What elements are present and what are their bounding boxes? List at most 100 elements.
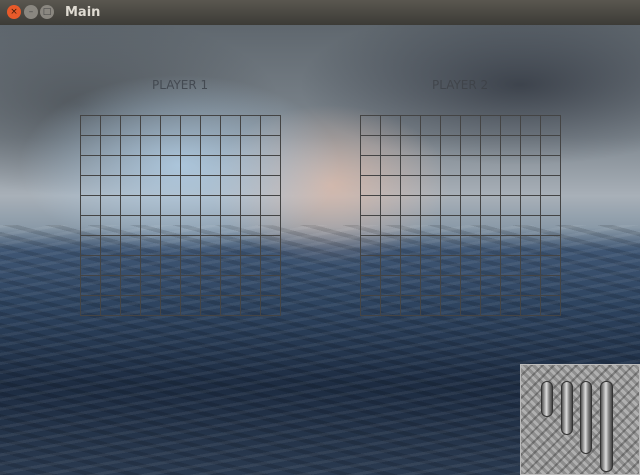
board-cell[interactable] bbox=[381, 296, 401, 316]
board-cell[interactable] bbox=[221, 216, 241, 236]
board-cell[interactable] bbox=[441, 116, 461, 136]
board-cell[interactable] bbox=[221, 116, 241, 136]
board-cell[interactable] bbox=[361, 236, 381, 256]
board-cell[interactable] bbox=[461, 276, 481, 296]
board-cell[interactable] bbox=[261, 296, 281, 316]
board-cell[interactable] bbox=[81, 116, 101, 136]
board-cell[interactable] bbox=[201, 256, 221, 276]
board-cell[interactable] bbox=[421, 176, 441, 196]
board-cell[interactable] bbox=[141, 116, 161, 136]
board-cell[interactable] bbox=[381, 276, 401, 296]
board-cell[interactable] bbox=[121, 216, 141, 236]
board-cell[interactable] bbox=[181, 276, 201, 296]
board-cell[interactable] bbox=[421, 116, 441, 136]
board-cell[interactable] bbox=[361, 136, 381, 156]
board-cell[interactable] bbox=[141, 216, 161, 236]
board-cell[interactable] bbox=[221, 256, 241, 276]
board-cell[interactable] bbox=[501, 236, 521, 256]
board-cell[interactable] bbox=[501, 296, 521, 316]
board-cell[interactable] bbox=[161, 196, 181, 216]
board-cell[interactable] bbox=[421, 256, 441, 276]
board-cell[interactable] bbox=[201, 276, 221, 296]
board-cell[interactable] bbox=[161, 276, 181, 296]
board-cell[interactable] bbox=[521, 196, 541, 216]
board-cell[interactable] bbox=[201, 156, 221, 176]
board-cell[interactable] bbox=[521, 116, 541, 136]
board-cell[interactable] bbox=[441, 176, 461, 196]
board-cell[interactable] bbox=[221, 176, 241, 196]
board-cell[interactable] bbox=[541, 156, 561, 176]
board-cell[interactable] bbox=[121, 156, 141, 176]
board-cell[interactable] bbox=[221, 296, 241, 316]
board-cell[interactable] bbox=[441, 256, 461, 276]
board-cell[interactable] bbox=[81, 236, 101, 256]
board-cell[interactable] bbox=[381, 216, 401, 236]
board-cell[interactable] bbox=[241, 156, 261, 176]
board-cell[interactable] bbox=[441, 296, 461, 316]
board-cell[interactable] bbox=[401, 196, 421, 216]
board-cell[interactable] bbox=[541, 196, 561, 216]
board-cell[interactable] bbox=[401, 176, 421, 196]
board-cell[interactable] bbox=[141, 136, 161, 156]
board-cell[interactable] bbox=[521, 216, 541, 236]
board-cell[interactable] bbox=[161, 136, 181, 156]
board-cell[interactable] bbox=[181, 176, 201, 196]
board-cell[interactable] bbox=[521, 136, 541, 156]
board-cell[interactable] bbox=[101, 296, 121, 316]
board-cell[interactable] bbox=[481, 276, 501, 296]
board-cell[interactable] bbox=[381, 256, 401, 276]
board-cell[interactable] bbox=[501, 116, 521, 136]
board-cell[interactable] bbox=[421, 296, 441, 316]
board-cell[interactable] bbox=[141, 196, 161, 216]
board-cell[interactable] bbox=[221, 156, 241, 176]
board-cell[interactable] bbox=[161, 256, 181, 276]
board-cell[interactable] bbox=[201, 176, 221, 196]
board-cell[interactable] bbox=[461, 116, 481, 136]
board-cell[interactable] bbox=[141, 176, 161, 196]
board-cell[interactable] bbox=[501, 256, 521, 276]
ship-2[interactable] bbox=[541, 381, 553, 417]
board-cell[interactable] bbox=[81, 136, 101, 156]
board-cell[interactable] bbox=[101, 236, 121, 256]
board-cell[interactable] bbox=[461, 196, 481, 216]
board-cell[interactable] bbox=[401, 256, 421, 276]
board-cell[interactable] bbox=[501, 216, 521, 236]
board-cell[interactable] bbox=[441, 136, 461, 156]
board-cell[interactable] bbox=[401, 276, 421, 296]
board-cell[interactable] bbox=[521, 296, 541, 316]
board-cell[interactable] bbox=[181, 236, 201, 256]
board-cell[interactable] bbox=[521, 236, 541, 256]
board-cell[interactable] bbox=[241, 136, 261, 156]
board-cell[interactable] bbox=[361, 116, 381, 136]
board-cell[interactable] bbox=[381, 156, 401, 176]
board-cell[interactable] bbox=[261, 256, 281, 276]
board-cell[interactable] bbox=[221, 136, 241, 156]
board-cell[interactable] bbox=[161, 156, 181, 176]
board-cell[interactable] bbox=[161, 176, 181, 196]
board-cell[interactable] bbox=[421, 196, 441, 216]
board-cell[interactable] bbox=[181, 136, 201, 156]
board-cell[interactable] bbox=[541, 236, 561, 256]
board-cell[interactable] bbox=[501, 176, 521, 196]
board-cell[interactable] bbox=[481, 156, 501, 176]
board-cell[interactable] bbox=[441, 156, 461, 176]
board-cell[interactable] bbox=[141, 236, 161, 256]
board-cell[interactable] bbox=[361, 176, 381, 196]
board-cell[interactable] bbox=[121, 116, 141, 136]
board-cell[interactable] bbox=[401, 296, 421, 316]
board-cell[interactable] bbox=[161, 296, 181, 316]
board-cell[interactable] bbox=[121, 296, 141, 316]
board-cell[interactable] bbox=[441, 236, 461, 256]
board-cell[interactable] bbox=[181, 196, 201, 216]
minimize-button[interactable]: – bbox=[24, 5, 38, 19]
board-cell[interactable] bbox=[441, 276, 461, 296]
board-cell[interactable] bbox=[481, 136, 501, 156]
maximize-button[interactable]: □ bbox=[40, 5, 54, 19]
board-cell[interactable] bbox=[521, 276, 541, 296]
board-cell[interactable] bbox=[241, 296, 261, 316]
board-cell[interactable] bbox=[101, 136, 121, 156]
board-cell[interactable] bbox=[401, 156, 421, 176]
board-cell[interactable] bbox=[101, 156, 121, 176]
board-cell[interactable] bbox=[361, 216, 381, 236]
board-cell[interactable] bbox=[361, 276, 381, 296]
